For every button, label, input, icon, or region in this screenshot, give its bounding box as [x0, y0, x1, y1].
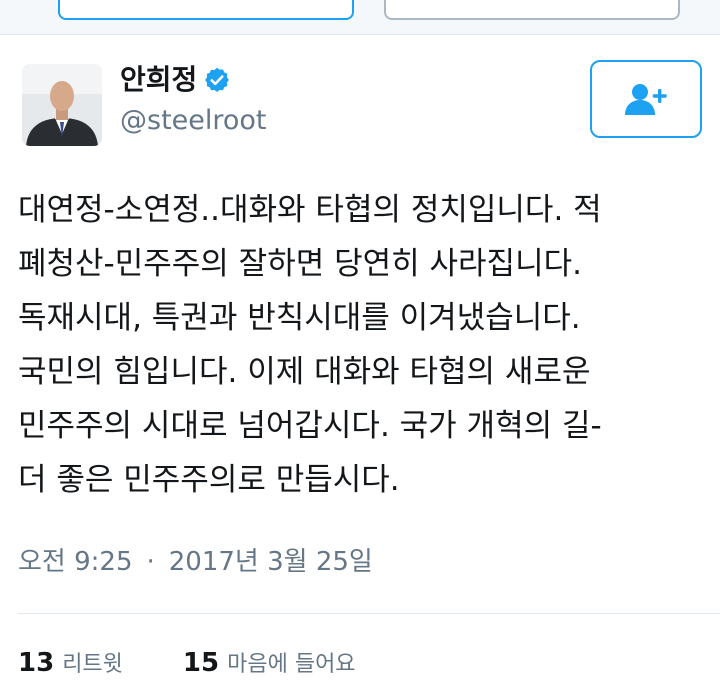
- tweet-time[interactable]: 오전 9:25: [18, 542, 133, 582]
- tweet-text-line: 대연정-소연정..대화와 타협의 정치입니다. 적: [18, 192, 602, 228]
- top-secondary-button[interactable]: [384, 0, 680, 20]
- follow-button[interactable]: [590, 60, 702, 138]
- stats-divider: [18, 613, 720, 614]
- avatar-photo-icon: [22, 64, 102, 146]
- tweet-timestamp: 오전 9:25 · 2017년 3월 25일: [18, 542, 373, 582]
- user-handle[interactable]: @steelroot: [120, 103, 267, 139]
- display-name-row: 안희정: [120, 62, 231, 98]
- likes-label: 마음에 들어요: [227, 652, 356, 677]
- tweet-text-line: 민주주의 시대로 넘어갑시다. 국가 개혁의 길-: [18, 408, 602, 444]
- tweet-text-line: 독재시대, 특권과 반칙시대를 이겨냈습니다.: [18, 300, 581, 336]
- avatar[interactable]: [22, 64, 102, 146]
- display-name[interactable]: 안희정: [120, 62, 197, 98]
- likes-count: 15: [182, 648, 220, 678]
- retweets-count: 13: [18, 648, 55, 678]
- tweet-date[interactable]: 2017년 3월 25일: [169, 542, 373, 582]
- tweet-text-line: 국민의 힘입니다. 이제 대화와 타협의 새로운: [18, 354, 591, 390]
- tweet-text-line: 폐청산-민주주의 잘하면 당연히 사라집니다.: [18, 246, 582, 282]
- timestamp-separator: ·: [146, 547, 155, 577]
- top-action-bar: [0, 0, 720, 35]
- tweet-stats: 13 리트윗 15 마음에 들어요: [18, 643, 356, 685]
- tweet-text: 대연정-소연정..대화와 타협의 정치입니다. 적 폐청산-민주주의 잘하면 당…: [18, 183, 698, 507]
- verified-badge-icon: [203, 66, 231, 94]
- add-user-icon: [625, 84, 667, 115]
- retweets-stat[interactable]: 13 리트윗: [18, 643, 123, 685]
- tweet-text-line: 더 좋은 민주주의로 만듭시다.: [18, 462, 400, 498]
- likes-stat[interactable]: 15 마음에 들어요: [183, 643, 356, 685]
- retweets-label: 리트윗: [62, 652, 123, 677]
- top-primary-button[interactable]: [58, 0, 354, 20]
